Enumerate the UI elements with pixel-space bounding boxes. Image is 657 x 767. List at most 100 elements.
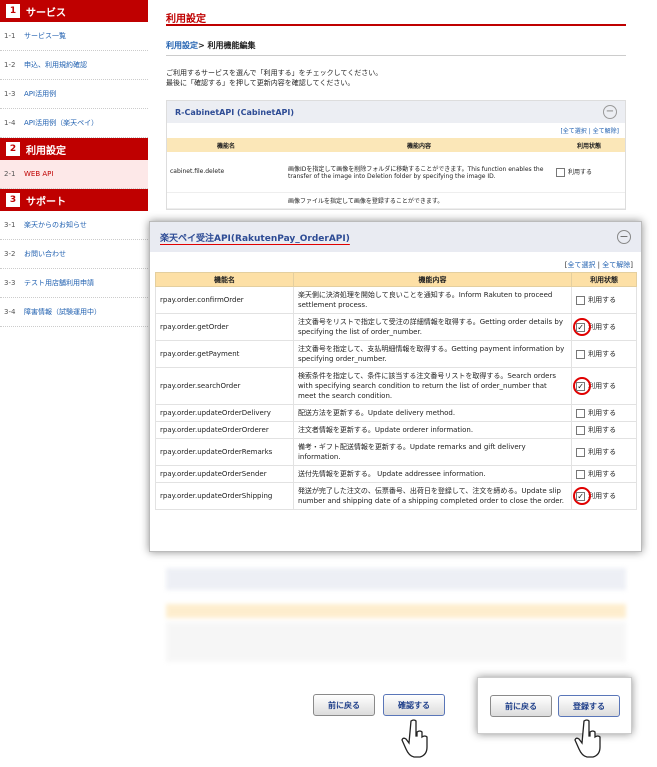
item-label[interactable]: お問い合わせ xyxy=(24,249,66,259)
deselect-all-link[interactable]: 全て解除 xyxy=(602,261,630,269)
sidebar-item-api-examples-rakutenpay[interactable]: 1-4 API活用例（楽天ペイ） xyxy=(0,109,148,138)
status-cell[interactable]: 利用する xyxy=(553,152,625,193)
sidebar-item-service-list[interactable]: 1-1 サービス一覧 xyxy=(0,22,148,51)
collapse-icon[interactable]: − xyxy=(617,230,631,244)
breadcrumb-link[interactable]: 利用設定 xyxy=(166,41,198,50)
sidebar-item-application[interactable]: 1-2 申込、利用規約確認 xyxy=(0,51,148,80)
status-label: 利用する xyxy=(588,323,617,331)
status-cell[interactable]: 利用する xyxy=(571,465,637,483)
register-dialog: 前に戻る 登録する xyxy=(477,677,632,734)
table-row: rpay.order.updateOrderSender 送付先情報を更新する。 … xyxy=(155,465,637,483)
panel-header: 楽天ペイ受注API(RakutenPay_OrderAPI) − xyxy=(150,222,641,252)
table-row: rpay.order.updateOrderShipping 発送が完了した注文の… xyxy=(155,482,637,510)
back-button-2[interactable]: 前に戻る xyxy=(490,695,552,717)
status-cell xyxy=(553,192,625,209)
function-description: 発送が完了した注文の、伝票番号、出荷日を登録して、注文を締める。Update s… xyxy=(292,482,573,510)
cabinet-api-section: R-CabinetAPI (CabinetAPI) − [全て選択 | 全て解除… xyxy=(166,100,626,210)
function-description: 注文番号を指定して、支払明細情報を取得する。Getting payment in… xyxy=(292,340,573,368)
status-cell[interactable]: 利用する xyxy=(571,286,637,314)
table-row: rpay.order.updateOrderRemarks 備考・ギフト配送情報を… xyxy=(155,438,637,466)
status-label: 利用する xyxy=(588,492,617,500)
sidebar-section-support: 3 サポート xyxy=(0,189,148,211)
status-label: 利用する xyxy=(588,448,617,456)
status-label: 利用する xyxy=(588,470,617,478)
use-checkbox[interactable] xyxy=(576,408,586,418)
instruction-line: ご利用するサービスを選んで「利用する」をチェックしてください。 xyxy=(166,69,383,77)
back-button[interactable]: 前に戻る xyxy=(313,694,375,716)
item-label[interactable]: WEB API xyxy=(24,170,53,178)
sidebar-item-contact[interactable]: 3-2 お問い合わせ xyxy=(0,240,148,269)
cabinet-api-table: 機能名 機能内容 利用状態 cabinet.file.delete 画像IDを指… xyxy=(167,138,625,209)
function-name: rpay.order.updateOrderShipping xyxy=(155,482,294,510)
hand-cursor-icon xyxy=(574,719,601,758)
status-cell[interactable]: 利用する xyxy=(571,340,637,368)
function-name: cabinet.file.delete xyxy=(167,152,285,193)
sidebar-section-service: 1 サービス xyxy=(0,0,148,22)
column-header: 機能名 xyxy=(167,138,285,152)
item-label[interactable]: 障害情報（試験運用中） xyxy=(24,307,101,317)
status-cell[interactable]: 利用する xyxy=(571,421,637,439)
status-cell[interactable]: 利用する xyxy=(571,404,637,422)
item-number: 1-4 xyxy=(4,119,16,127)
section-title: サービス xyxy=(26,7,66,19)
item-number: 1-1 xyxy=(4,32,16,40)
panel-title: 楽天ペイ受注API(RakutenPay_OrderAPI) xyxy=(160,233,350,244)
status-cell[interactable]: ✓ 利用する xyxy=(571,367,637,405)
breadcrumb-current: 利用機能編集 xyxy=(207,41,256,50)
column-header-desc: 機能内容 xyxy=(292,272,573,287)
sidebar-item-api-examples[interactable]: 1-3 API活用例 xyxy=(0,80,148,109)
item-label[interactable]: 申込、利用規約確認 xyxy=(24,60,87,70)
blurred-header xyxy=(166,568,626,590)
item-label[interactable]: テスト用店舗利用申請 xyxy=(24,278,94,288)
instructions: ご利用するサービスを選んで「利用する」をチェックしてください。 最後に「確認する… xyxy=(166,68,626,88)
status-label: 利用する xyxy=(588,296,617,304)
main-content: 利用設定 利用設定> 利用機能編集 ご利用するサービスを選んで「利用する」をチェ… xyxy=(166,0,626,210)
breadcrumb-separator: > xyxy=(198,41,208,50)
select-links[interactable]: [全て選択 | 全て解除] xyxy=(167,123,625,138)
item-number: 2-1 xyxy=(4,170,16,178)
status-cell[interactable]: 利用する xyxy=(571,438,637,466)
function-desc: 画像ファイルを指定して画像を登録することができます。 xyxy=(285,192,553,209)
confirm-button[interactable]: 確認する xyxy=(383,694,445,716)
status-cell[interactable]: ✓ 利用する xyxy=(571,313,637,341)
blurred-table-header xyxy=(166,604,626,618)
use-checkbox[interactable] xyxy=(576,469,586,479)
sidebar-item-web-api[interactable]: 2-1 WEB API xyxy=(0,160,148,189)
item-label[interactable]: API活用例 xyxy=(24,89,56,99)
function-name: rpay.order.getPayment xyxy=(155,340,294,368)
select-links: [全て選択 | 全て解除] xyxy=(150,252,641,272)
table-row: rpay.order.updateOrderDelivery 配送方法を更新する。… xyxy=(155,404,637,422)
use-checkbox[interactable] xyxy=(576,295,586,305)
use-checkbox[interactable] xyxy=(576,425,586,435)
section-title: 利用設定 xyxy=(26,145,66,157)
table-row: rpay.order.getOrder 注文番号をリストで指定して受注の詳細情報を… xyxy=(155,313,637,341)
function-description: 備考・ギフト配送情報を更新する。Update remarks and gift … xyxy=(292,438,573,466)
column-header-status: 利用状態 xyxy=(571,272,637,287)
function-name: rpay.order.updateOrderSender xyxy=(155,465,294,483)
status-cell[interactable]: ✓ 利用する xyxy=(571,482,637,510)
column-header-name: 機能名 xyxy=(155,272,294,287)
use-checkbox[interactable]: ✓ xyxy=(576,491,586,501)
collapse-icon[interactable]: − xyxy=(603,105,617,119)
use-checkbox[interactable]: ✓ xyxy=(576,381,586,391)
select-all-link[interactable]: 全て選択 xyxy=(567,261,595,269)
sidebar-item-test-shop[interactable]: 3-3 テスト用店舗利用申請 xyxy=(0,269,148,298)
bracket-close: ] xyxy=(630,261,633,269)
function-description: 検索条件を指定して、条件に該当する注文番号リストを取得する。Search ord… xyxy=(292,367,573,405)
function-name: rpay.order.updateOrderRemarks xyxy=(155,438,294,466)
function-description: 配送方法を更新する。Update delivery method. xyxy=(292,404,573,422)
item-label[interactable]: サービス一覧 xyxy=(24,31,66,41)
checkbox[interactable] xyxy=(556,167,565,177)
item-number: 1-2 xyxy=(4,61,16,69)
item-label[interactable]: API活用例（楽天ペイ） xyxy=(24,118,98,128)
section-title: サポート xyxy=(26,196,66,208)
item-number: 3-3 xyxy=(4,279,16,287)
use-checkbox[interactable]: ✓ xyxy=(576,322,586,332)
blurred-row xyxy=(166,622,626,662)
item-label[interactable]: 楽天からのお知らせ xyxy=(24,220,87,230)
use-checkbox[interactable] xyxy=(576,349,586,359)
sidebar-item-outage-info[interactable]: 3-4 障害情報（試験運用中） xyxy=(0,298,148,327)
sidebar-item-notices[interactable]: 3-1 楽天からのお知らせ xyxy=(0,211,148,240)
use-checkbox[interactable] xyxy=(576,447,586,457)
register-button[interactable]: 登録する xyxy=(558,695,620,717)
